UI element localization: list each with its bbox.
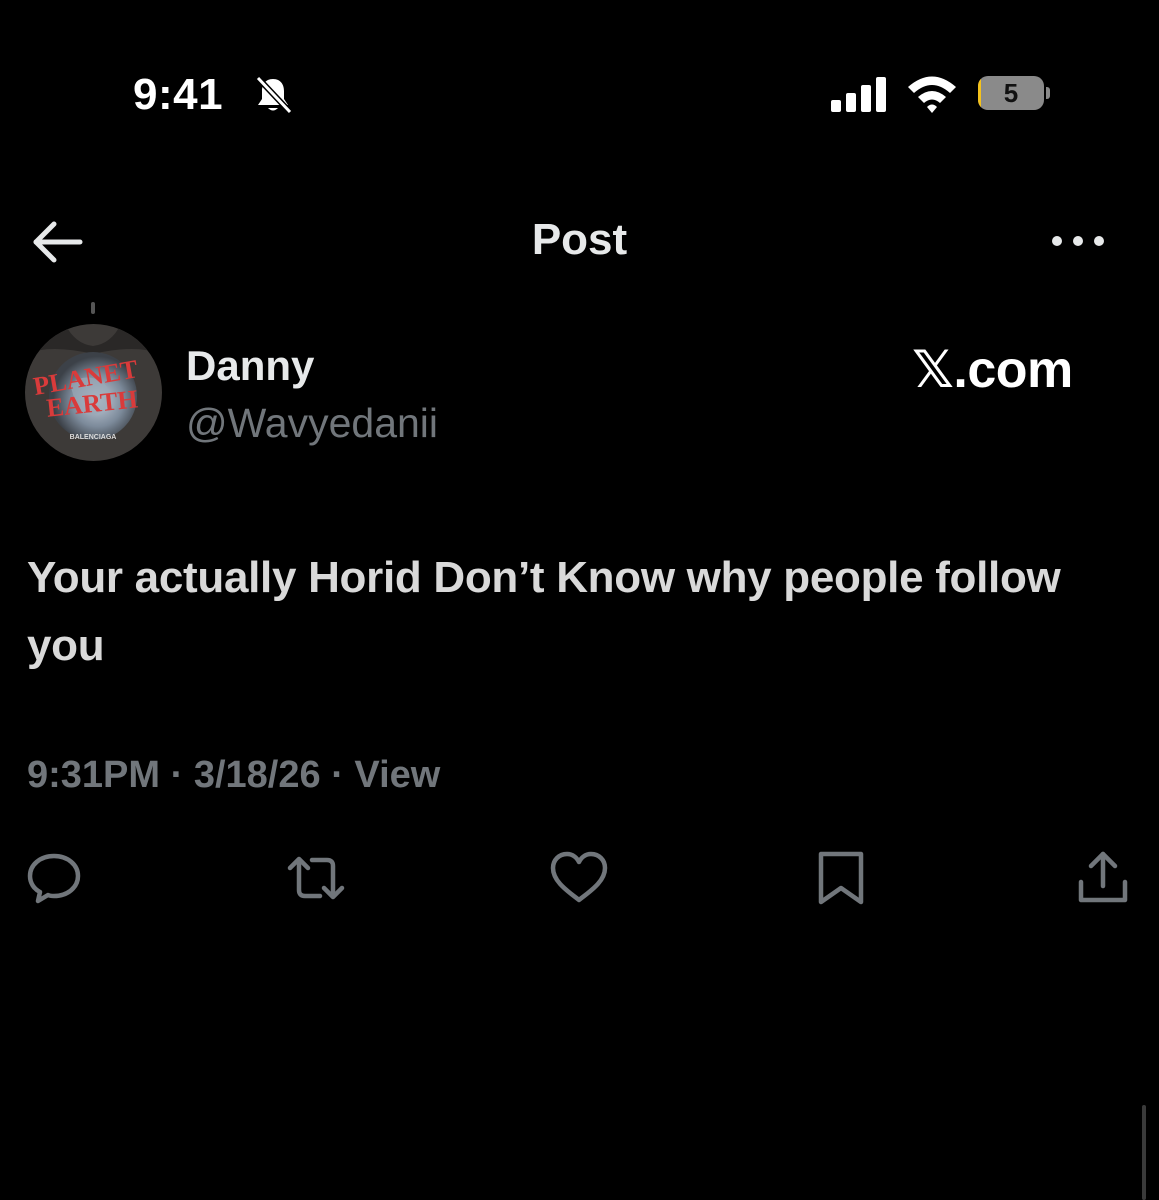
- bookmark-icon: [818, 851, 864, 905]
- avatar[interactable]: PLANET EARTH BALENCIAGA: [25, 324, 162, 461]
- watermark: 𝕏.com: [912, 341, 1073, 399]
- battery-nub: [1046, 87, 1050, 99]
- post-meta: 9:31PM · 3/18/26 · View: [27, 754, 440, 797]
- battery-icon: 5: [978, 76, 1050, 112]
- repost-button[interactable]: [286, 848, 346, 908]
- share-button[interactable]: [1073, 848, 1133, 908]
- repost-icon: [287, 856, 345, 900]
- bookmark-button[interactable]: [811, 848, 871, 908]
- author-handle[interactable]: @Wavyedanii: [186, 400, 438, 447]
- avatar-text-brand: BALENCIAGA: [70, 434, 117, 441]
- wifi-icon: [908, 76, 956, 113]
- battery-level: 5: [1003, 78, 1019, 108]
- more-dot-icon: [1094, 236, 1104, 246]
- reply-icon: [27, 853, 81, 904]
- scroll-indicator[interactable]: [1142, 1105, 1146, 1200]
- thread-line: [91, 302, 95, 314]
- author-name[interactable]: Danny: [186, 342, 314, 390]
- post-time: 9:31PM: [27, 754, 161, 796]
- more-options-button[interactable]: [1048, 226, 1108, 256]
- avatar-image: PLANET EARTH BALENCIAGA: [25, 324, 162, 461]
- post-screen: 9:41 5 Post PLANET EARTH BALENCIAGA Dann…: [0, 0, 1159, 1200]
- status-time: 9:41: [133, 70, 224, 119]
- bell-slash-icon: [255, 75, 293, 115]
- reply-button[interactable]: [24, 848, 84, 908]
- post-date: 3/18/26: [193, 754, 321, 796]
- page-title: Post: [531, 215, 628, 264]
- like-button[interactable]: [549, 848, 609, 908]
- post-text: Your actually Horid Don’t Know why peopl…: [27, 553, 1061, 670]
- share-icon: [1078, 851, 1128, 903]
- more-dot-icon: [1052, 236, 1062, 246]
- meta-separator: ·: [160, 754, 194, 796]
- battery-body: 5: [978, 76, 1044, 110]
- views-link[interactable]: View: [354, 754, 440, 796]
- cellular-signal-icon: [831, 77, 886, 112]
- heart-icon: [550, 851, 608, 903]
- more-dot-icon: [1073, 236, 1083, 246]
- meta-separator: ·: [320, 754, 355, 796]
